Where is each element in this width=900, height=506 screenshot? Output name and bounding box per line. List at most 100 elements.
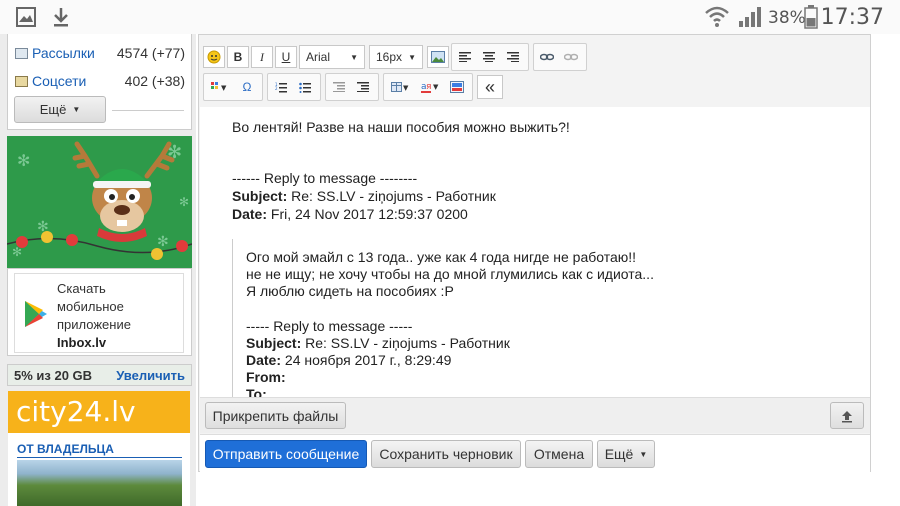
bold-button[interactable]: B — [227, 46, 249, 68]
storage-upgrade-link[interactable]: Увеличить — [116, 368, 185, 383]
signal-icon — [739, 7, 761, 27]
compose-editor: B I U Arial ▼ 16px ▼ ▼ Ω 1 2 ▼ a я ▼ « В… — [198, 34, 871, 472]
date-label: Date: — [232, 206, 268, 222]
font-family-value: Arial — [306, 50, 331, 64]
send-button[interactable]: Отправить сообщение — [205, 440, 367, 468]
social-icon — [15, 75, 28, 87]
quote-line: не не ищу; не хочу чтобы на до мной глум… — [246, 266, 654, 282]
stat-value: 4574 (+77) — [116, 45, 185, 61]
reply-date: Date: Fri, 24 Nov 2017 12:59:37 0200 — [232, 206, 468, 223]
storage-used: 5% из 20 GB — [14, 367, 93, 383]
caret-down-icon: ▼ — [350, 52, 358, 62]
svg-text:▼: ▼ — [221, 84, 227, 92]
reindeer-banner[interactable]: ✻ ✻ ✻ ✻ ✻ ✻ — [7, 136, 192, 268]
outdent-icon[interactable] — [328, 76, 350, 98]
sidebar-more-button[interactable]: Ещё ▼ — [14, 96, 106, 123]
app-promo-line: мобильное — [57, 299, 124, 314]
reply-header: ----- Reply to message ----- — [246, 318, 413, 334]
sidebar: Рассылки 4574 (+77) Соцсети 402 (+38) Ещ… — [0, 34, 196, 506]
svg-text:✻: ✻ — [179, 195, 189, 209]
stats-box: Рассылки 4574 (+77) Соцсети 402 (+38) Ещ… — [7, 34, 192, 130]
reindeer-illustration: ✻ ✻ ✻ ✻ ✻ ✻ — [7, 136, 192, 268]
toolbar-row-2: ▼ Ω 12 ▼ a я ▼ « — [203, 73, 505, 101]
svg-text:▼: ▼ — [403, 84, 409, 92]
text-color-icon[interactable]: a я ▼ — [416, 76, 444, 98]
battery-icon — [804, 5, 818, 29]
wifi-icon — [705, 6, 729, 27]
reply-header: ------ Reply to message -------- — [232, 170, 418, 186]
battery-percent: 38% — [768, 8, 806, 28]
color-grid-icon[interactable]: ▼ — [206, 76, 234, 98]
app-promo-text: Скачать мобильное приложение Inbox.lv — [57, 280, 131, 352]
svg-text:✻: ✻ — [17, 151, 30, 170]
save-draft-button[interactable]: Сохранить черновик — [371, 440, 521, 468]
caret-down-icon: ▼ — [72, 105, 81, 114]
app-promo-app-name: Inbox.lv — [57, 335, 107, 350]
ad-box[interactable]: ОТ ВЛАДЕЛЬЦА — [8, 433, 190, 506]
reply-date: Date: 24 ноября 2017 г., 8:29:49 — [246, 352, 451, 369]
app-promo-link[interactable]: Скачать мобильное приложение Inbox.lv — [14, 273, 184, 353]
emoji-icon[interactable] — [203, 46, 225, 68]
ad-photo — [17, 460, 182, 506]
upload-button[interactable] — [830, 402, 864, 429]
bullet-list-icon[interactable] — [294, 76, 316, 98]
status-bar: 38% 17:37 — [0, 0, 900, 34]
subject-label: Subject: — [246, 335, 302, 351]
font-size-select[interactable]: 16px ▼ — [369, 45, 423, 69]
table-icon[interactable]: ▼ — [386, 76, 414, 98]
quote-line: Ого мой эмайл с 13 года.. уже как 4 года… — [246, 249, 637, 265]
google-play-icon — [25, 301, 47, 327]
reply-subject: Subject: Re: SS.LV - ziņojums - Работник — [232, 188, 496, 205]
stat-row-social[interactable]: Соцсети 402 (+38) — [15, 70, 185, 92]
app-promo-line: Скачать — [57, 281, 106, 296]
media-icon[interactable] — [446, 76, 468, 98]
svg-text:я: я — [426, 82, 431, 92]
message-body[interactable]: Во лентяй! Разве на наши пособия можно в… — [200, 107, 870, 397]
caret-down-icon: ▼ — [639, 449, 648, 459]
toolbar-row-1: B I U Arial ▼ 16px ▼ — [203, 43, 591, 71]
underline-button[interactable]: U — [275, 46, 297, 68]
indent-icon[interactable] — [352, 76, 374, 98]
svg-text:✻: ✻ — [157, 234, 169, 250]
stat-name[interactable]: Рассылки — [32, 45, 95, 61]
divider — [112, 110, 184, 111]
date-label: Date: — [246, 352, 282, 368]
city24-logo[interactable]: city24.lv — [8, 391, 190, 433]
attach-bar: Прикрепить файлы — [200, 397, 870, 433]
date-value: Fri, 24 Nov 2017 12:59:37 0200 — [270, 206, 468, 222]
cancel-button[interactable]: Отмена — [525, 440, 593, 468]
message-line: Во лентяй! Разве на наши пособия можно в… — [232, 119, 570, 135]
italic-button[interactable]: I — [251, 46, 273, 68]
font-family-select[interactable]: Arial ▼ — [299, 45, 365, 69]
more-actions-button[interactable]: Ещё ▼ — [597, 440, 655, 468]
link-icon[interactable] — [536, 46, 558, 68]
app-promo-box: Скачать мобильное приложение Inbox.lv — [7, 268, 192, 356]
download-icon — [54, 8, 68, 27]
image-icon — [16, 7, 36, 27]
app-promo-line: приложение — [57, 317, 131, 332]
caret-down-icon: ▼ — [408, 52, 416, 62]
align-center-icon[interactable] — [478, 46, 500, 68]
insert-image-icon[interactable] — [427, 46, 449, 68]
ordered-list-icon[interactable]: 12 — [270, 76, 292, 98]
attach-files-button[interactable]: Прикрепить файлы — [205, 402, 346, 429]
svg-text:2: 2 — [275, 86, 278, 91]
insert-group: ▼ Ω — [203, 73, 263, 101]
newsletter-icon — [15, 47, 28, 59]
quote-border — [232, 239, 233, 397]
subject-label: Subject: — [232, 188, 288, 204]
align-left-icon[interactable] — [454, 46, 476, 68]
special-char-icon[interactable]: Ω — [236, 76, 258, 98]
ad-label: ОТ ВЛАДЕЛЬЦА — [17, 442, 114, 456]
more-actions-label: Ещё — [604, 446, 634, 462]
subject-value: Re: SS.LV - ziņojums - Работник — [291, 188, 496, 204]
align-right-icon[interactable] — [502, 46, 524, 68]
collapse-toolbar-icon[interactable]: « — [477, 75, 503, 99]
clock: 17:37 — [820, 5, 884, 30]
stat-row-newsletters[interactable]: Рассылки 4574 (+77) — [15, 42, 185, 64]
unlink-icon[interactable] — [560, 46, 582, 68]
action-bar: Отправить сообщение Сохранить черновик О… — [200, 434, 870, 472]
from-label: From: — [246, 369, 286, 385]
stat-name[interactable]: Соцсети — [32, 73, 86, 89]
divider — [17, 457, 182, 458]
